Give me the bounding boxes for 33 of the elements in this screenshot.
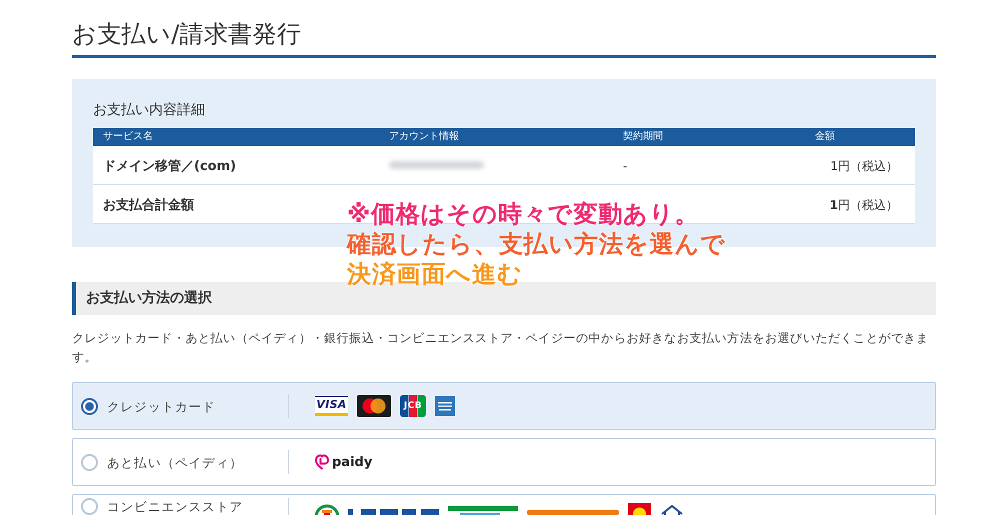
table-cell: ドメイン移管／(com)	[103, 158, 236, 176]
radio-button[interactable]	[81, 454, 98, 470]
table-cell: お支払合計金額	[103, 196, 194, 214]
column-header: アカウント情報	[389, 130, 459, 144]
radio-button[interactable]	[81, 398, 98, 414]
column-header: サービス名	[103, 130, 153, 144]
logo-icon	[527, 510, 619, 515]
panel-heading: お支払い内容詳細	[93, 101, 205, 120]
table-cell-text: 1円（税込）	[830, 197, 898, 214]
logo-icon	[348, 509, 439, 515]
logo-icon	[315, 504, 339, 515]
logo-icon	[448, 506, 518, 515]
option-label[interactable]: クレジットカード	[107, 398, 216, 414]
column-header: 金額	[815, 130, 835, 144]
option-label[interactable]: コンビニエンスストア	[107, 500, 243, 513]
radio-button[interactable]	[81, 498, 98, 515]
column-header: 契約期間	[623, 130, 663, 144]
card-logo-icon	[435, 396, 455, 416]
annotation-text: 確認したら、支払い方法を選んで	[347, 229, 726, 259]
payment-option[interactable]: コンビニエンスストア	[72, 494, 936, 515]
card-logo: VISA	[315, 396, 348, 416]
payment-option[interactable]: あと払い（ペイディ） paidy	[72, 438, 936, 486]
card-logo-icon	[357, 395, 391, 417]
description-text: クレジットカード・あと払い（ペイディ）・銀行振込・コンビニエンスストア・ペイジーの中からお好きなお支払い方法をお選びいただくことができます。	[72, 330, 930, 366]
table-cell-text: -	[623, 158, 628, 175]
logo-icon	[315, 454, 329, 470]
logo-icon	[660, 505, 684, 515]
annotation-text: ※価格はその時々で変動あり。	[347, 199, 700, 229]
logo-text: paidy	[332, 454, 372, 470]
option-label[interactable]: あと払い（ペイディ）	[107, 454, 243, 470]
table-cell-text: 1円（税込）	[830, 158, 898, 175]
page-title: お支払い/請求書発行	[72, 19, 302, 49]
logo-icon	[628, 503, 651, 515]
